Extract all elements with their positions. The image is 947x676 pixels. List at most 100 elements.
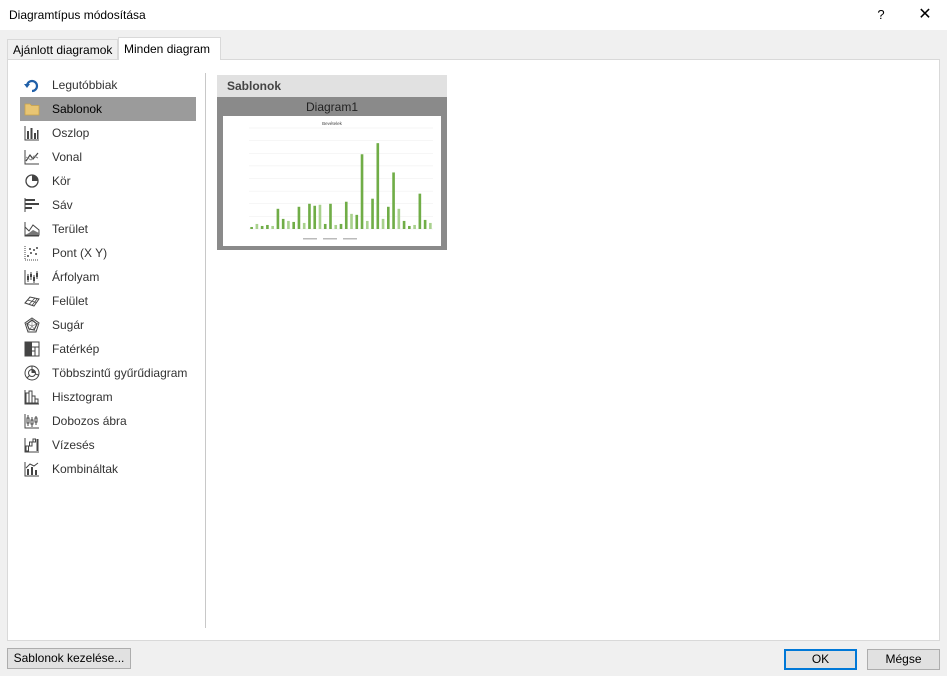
preview-bar	[365, 220, 369, 229]
preview-bar	[344, 201, 348, 229]
preview-bar	[255, 223, 259, 229]
section-title: Sablonok	[217, 75, 447, 97]
histogram-icon	[24, 389, 40, 405]
template-name: Diagram1	[305, 100, 359, 114]
sidebar-item-stock[interactable]: Árfolyam	[20, 265, 196, 289]
preview-bar	[397, 208, 401, 229]
preview-legend-entry	[303, 238, 317, 240]
sunburst-icon	[24, 365, 40, 381]
tab-all-charts[interactable]: Minden diagram	[118, 37, 221, 60]
preview-bar	[429, 222, 432, 229]
preview-bar	[318, 204, 322, 229]
preview-chart: Bevételek	[249, 121, 433, 240]
preview-bar	[413, 224, 416, 229]
preview-bar	[339, 223, 343, 229]
preview-bar	[302, 222, 306, 229]
radar-chart-icon	[24, 317, 40, 333]
manage-templates-label: Sablonok kezelése...	[13, 651, 125, 665]
preview-bar	[381, 218, 385, 229]
preview-bar	[392, 172, 395, 229]
sidebar-item-label: Árfolyam	[52, 270, 100, 284]
sidebar-item-label: Többszintű gyűrűdiagram	[52, 366, 188, 380]
sidebar-item-label: Pont (X Y)	[52, 246, 108, 260]
preview-bar	[423, 219, 427, 229]
tab-panel: Legutóbbiak Sablonok Oszlop Vonal Kör Sá…	[7, 59, 940, 641]
sidebar-item-label: Sugár	[52, 318, 85, 332]
sidebar-item-label: Terület	[52, 222, 89, 236]
preview-bar	[297, 206, 301, 229]
sidebar-item-templates[interactable]: Sablonok	[20, 97, 196, 121]
treemap-icon	[24, 341, 40, 357]
preview-bar	[371, 198, 374, 229]
preview-chart-title: Bevételek	[322, 121, 343, 126]
sidebar-item-column[interactable]: Oszlop	[20, 121, 196, 145]
preview-bar	[260, 225, 264, 229]
sidebar-item-box-whisker[interactable]: Dobozos ábra	[20, 409, 196, 433]
sidebar-item-label: Kör	[52, 174, 71, 188]
preview-bar	[334, 224, 338, 229]
sidebar-item-line[interactable]: Vonal	[20, 145, 196, 169]
sidebar-item-area[interactable]: Terület	[20, 217, 196, 241]
sidebar-item-label: Dobozos ábra	[52, 414, 127, 428]
manage-templates-button[interactable]: Sablonok kezelése...	[7, 648, 131, 669]
preview-bar	[287, 220, 290, 229]
preview-bar	[281, 218, 285, 229]
sidebar-item-recent[interactable]: Legutóbbiak	[20, 73, 196, 97]
help-button[interactable]: ?	[868, 3, 894, 27]
sidebar-item-surface[interactable]: Felület	[20, 289, 196, 313]
sidebar-item-waterfall[interactable]: Vízesés	[20, 433, 196, 457]
preview-bar	[308, 203, 311, 229]
cancel-button[interactable]: Mégse	[867, 649, 940, 670]
ok-button[interactable]: OK	[784, 649, 857, 670]
preview-bar	[350, 213, 353, 229]
tab-recommended-charts[interactable]: Ajánlott diagramok	[7, 39, 118, 60]
sidebar-item-label: Sablonok	[52, 102, 103, 116]
sidebar-item-scatter[interactable]: Pont (X Y)	[20, 241, 196, 265]
sidebar-item-radar[interactable]: Sugár	[20, 313, 196, 337]
waterfall-icon	[24, 437, 40, 453]
preview-bar	[271, 225, 274, 229]
sidebar-item-bar[interactable]: Sáv	[20, 193, 196, 217]
sidebar-item-sunburst[interactable]: Többszintű gyűrűdiagram	[20, 361, 196, 385]
title-bar: Diagramtípus módosítása ? ✕	[0, 0, 947, 30]
stock-chart-icon	[24, 269, 40, 285]
close-button[interactable]: ✕	[910, 3, 940, 27]
preview-bar	[360, 154, 364, 229]
sidebar-divider	[205, 73, 206, 628]
preview-bar	[292, 221, 295, 229]
pie-chart-icon	[24, 173, 40, 189]
preview-legend-entry	[323, 238, 337, 240]
preview-bar	[250, 226, 253, 229]
preview-bar	[355, 214, 359, 229]
sidebar-item-label: Oszlop	[52, 126, 90, 140]
template-thumbnail[interactable]: Diagram1 Bevételek	[217, 97, 447, 250]
preview-bar	[313, 205, 317, 229]
sidebar-item-pie[interactable]: Kör	[20, 169, 196, 193]
sidebar-item-label: Vízesés	[52, 438, 95, 452]
preview-bar	[402, 220, 406, 229]
sidebar-item-label: Legutóbbiak	[52, 78, 118, 92]
sidebar-item-label: Kombináltak	[52, 462, 119, 476]
preview-bar	[329, 203, 332, 229]
scatter-chart-icon	[24, 245, 40, 261]
sidebar-item-label: Felület	[52, 294, 89, 308]
surface-chart-icon	[24, 293, 40, 309]
preview-bar	[323, 223, 327, 229]
sidebar-item-histogram[interactable]: Hisztogram	[20, 385, 196, 409]
sidebar-item-label: Fatérkép	[52, 342, 100, 356]
sidebar-item-label: Vonal	[52, 150, 83, 164]
preview-bar	[408, 225, 411, 229]
preview-bar	[266, 224, 269, 229]
window-title: Diagramtípus módosítása	[9, 8, 146, 22]
area-chart-icon	[24, 221, 40, 237]
preview-bar	[418, 193, 422, 229]
sidebar-item-combo[interactable]: Kombináltak	[20, 457, 196, 481]
preview-bar	[276, 208, 280, 229]
preview-bar	[387, 206, 390, 229]
recent-icon	[24, 77, 40, 93]
template-preview: Bevételek	[223, 116, 441, 246]
line-chart-icon	[24, 149, 40, 165]
sidebar-item-label: Hisztogram	[52, 390, 113, 404]
combo-chart-icon	[24, 461, 40, 477]
sidebar-item-treemap[interactable]: Fatérkép	[20, 337, 196, 361]
